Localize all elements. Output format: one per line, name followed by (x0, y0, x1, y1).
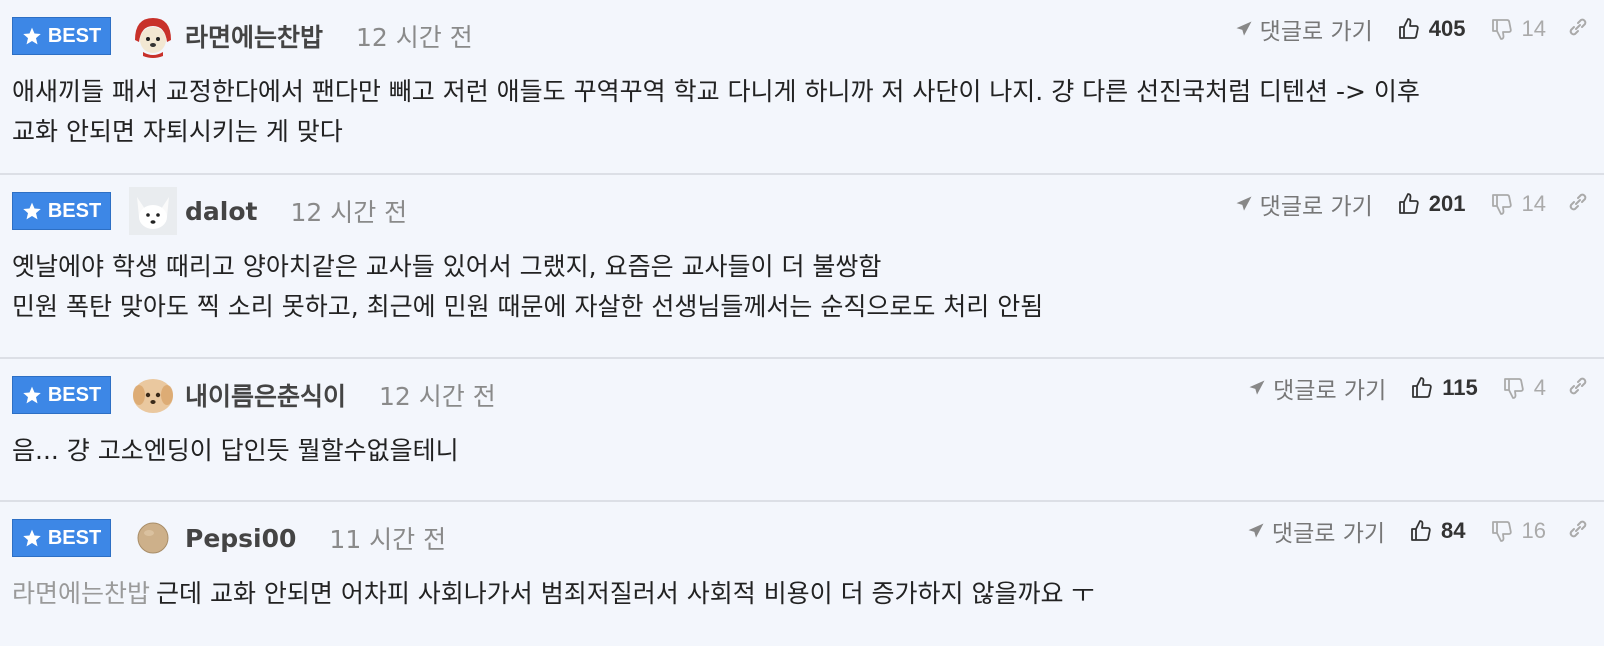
star-icon (23, 529, 41, 547)
goto-comment-label: 댓글로 가기 (1259, 19, 1373, 45)
comment-line: 라면에는찬밥 근데 교화 안되면 어차피 사회나가서 범죄저질러서 사회적 비용이… (12, 574, 1596, 614)
thumbs-up-icon (1412, 377, 1432, 398)
goto-comment-button[interactable]: 댓글로 가기 (1247, 371, 1386, 405)
comment-actions: 댓글로 가기 84 16 (1246, 514, 1590, 548)
dislike-count: 4 (1533, 375, 1546, 400)
comment-line: 옛날에야 학생 때리고 양아치같은 교사들 있어서 그랬지, 요즘은 교사들이 … (12, 252, 882, 281)
send-arrow-icon (1236, 196, 1252, 211)
dislike-button[interactable]: 14 (1490, 191, 1546, 217)
best-badge-label: BEST (47, 526, 102, 549)
like-count: 115 (1442, 375, 1478, 400)
star-icon (23, 386, 41, 404)
timestamp: 12 시간 전 (290, 198, 408, 227)
comment-line: 민원 폭탄 맞아도 찍 소리 못하고, 최근에 민원 때문에 자살한 선생님들께… (12, 292, 1044, 321)
comment-list: BEST 라면에는찬밥 12 시간 전 댓글로 가기 405 14 애새끼들 패… (0, 0, 1604, 646)
timestamp: 12 시간 전 (379, 382, 496, 411)
thumbs-down-icon (1503, 378, 1524, 399)
comment-body: 애새끼들 패서 교정한다에서 팬다만 빼고 저런 애들도 꾸역꾸역 학교 다니게… (12, 72, 1604, 152)
send-arrow-icon (1236, 21, 1252, 36)
comment-item: BEST Pepsi00 11 시간 전 댓글로 가기 84 16 라면에는찬밥… (0, 502, 1604, 646)
comment-line: 음... 걍 고소엔딩이 답인듯 뭘할수없을테니 (12, 436, 459, 465)
comment-text: 근데 교화 안되면 어차피 사회나가서 범죄저질러서 사회적 비용이 더 증가하… (156, 579, 1095, 608)
thumbs-up-icon (1398, 193, 1419, 214)
comment-item: BEST 내이름은춘식이 12 시간 전 댓글로 가기 115 4 음... 걍… (0, 359, 1604, 502)
comment-actions: 댓글로 가기 405 14 (1234, 12, 1590, 46)
best-badge: BEST (12, 192, 111, 230)
thumbs-down-icon (1491, 19, 1512, 40)
like-count: 201 (1428, 191, 1466, 216)
like-button[interactable]: 405 (1397, 16, 1466, 42)
avatar[interactable] (129, 371, 177, 419)
comment-body: 옛날에야 학생 때리고 양아치같은 교사들 있어서 그랬지, 요즘은 교사들이 … (12, 247, 1604, 327)
comment-actions: 댓글로 가기 201 14 (1234, 187, 1590, 221)
dislike-count: 14 (1521, 16, 1546, 41)
dislike-count: 16 (1521, 518, 1546, 543)
thumbs-down-icon (1491, 194, 1512, 215)
avatar[interactable] (129, 514, 177, 562)
best-badge-label: BEST (47, 199, 102, 222)
best-badge: BEST (12, 519, 111, 557)
username[interactable]: 라면에는찬밥 (185, 18, 323, 54)
goto-comment-button[interactable]: 댓글로 가기 (1234, 187, 1373, 221)
like-button[interactable]: 115 (1410, 375, 1478, 401)
thumbs-up-icon (1411, 520, 1431, 541)
username[interactable]: 내이름은춘식이 (185, 377, 346, 413)
avatar[interactable] (129, 187, 177, 235)
star-icon (23, 27, 41, 45)
goto-comment-button[interactable]: 댓글로 가기 (1234, 12, 1373, 46)
goto-comment-label: 댓글로 가기 (1259, 194, 1373, 220)
thumbs-down-icon (1491, 521, 1512, 542)
goto-comment-label: 댓글로 가기 (1271, 521, 1386, 547)
comment-item: BEST dalot 12 시간 전 댓글로 가기 201 14 옛날에야 학생… (0, 175, 1604, 359)
best-badge-label: BEST (47, 24, 102, 47)
dislike-count: 14 (1521, 191, 1546, 216)
timestamp: 11 시간 전 (329, 525, 447, 554)
dislike-button[interactable]: 16 (1490, 518, 1546, 544)
best-badge-label: BEST (47, 383, 102, 406)
star-icon (23, 202, 41, 220)
best-badge: BEST (12, 17, 111, 55)
mention-username[interactable]: 라면에는찬밥 (12, 579, 150, 608)
send-arrow-icon (1248, 523, 1264, 538)
username[interactable]: dalot (185, 197, 257, 226)
goto-comment-label: 댓글로 가기 (1273, 378, 1387, 404)
like-button[interactable]: 201 (1397, 191, 1466, 217)
dislike-button[interactable]: 4 (1502, 375, 1546, 401)
comment-line: 애새끼들 패서 교정한다에서 팬다만 빼고 저런 애들도 꾸역꾸역 학교 다니게… (12, 77, 1420, 106)
like-count: 405 (1428, 16, 1466, 41)
avatar[interactable] (129, 12, 177, 60)
username[interactable]: Pepsi00 (185, 524, 296, 553)
send-arrow-icon (1249, 380, 1265, 395)
link-icon[interactable] (1566, 190, 1590, 218)
best-badge: BEST (12, 376, 111, 414)
comment-item: BEST 라면에는찬밥 12 시간 전 댓글로 가기 405 14 애새끼들 패… (0, 0, 1604, 175)
comment-actions: 댓글로 가기 115 4 (1247, 371, 1590, 405)
link-icon[interactable] (1566, 15, 1590, 43)
thumbs-up-icon (1398, 18, 1419, 39)
comment-line: 교화 안되면 자퇴시키는 게 맞다 (12, 117, 343, 146)
link-icon[interactable] (1566, 517, 1590, 545)
like-count: 84 (1441, 518, 1466, 543)
goto-comment-button[interactable]: 댓글로 가기 (1246, 514, 1385, 548)
timestamp: 12 시간 전 (356, 23, 473, 52)
dislike-button[interactable]: 14 (1490, 16, 1546, 42)
comment-body: 라면에는찬밥 근데 교화 안되면 어차피 사회나가서 범죄저질러서 사회적 비용이… (12, 574, 1604, 614)
comment-body: 음... 걍 고소엔딩이 답인듯 뭘할수없을테니 (12, 431, 1604, 471)
like-button[interactable]: 84 (1409, 518, 1466, 544)
link-icon[interactable] (1566, 374, 1590, 402)
